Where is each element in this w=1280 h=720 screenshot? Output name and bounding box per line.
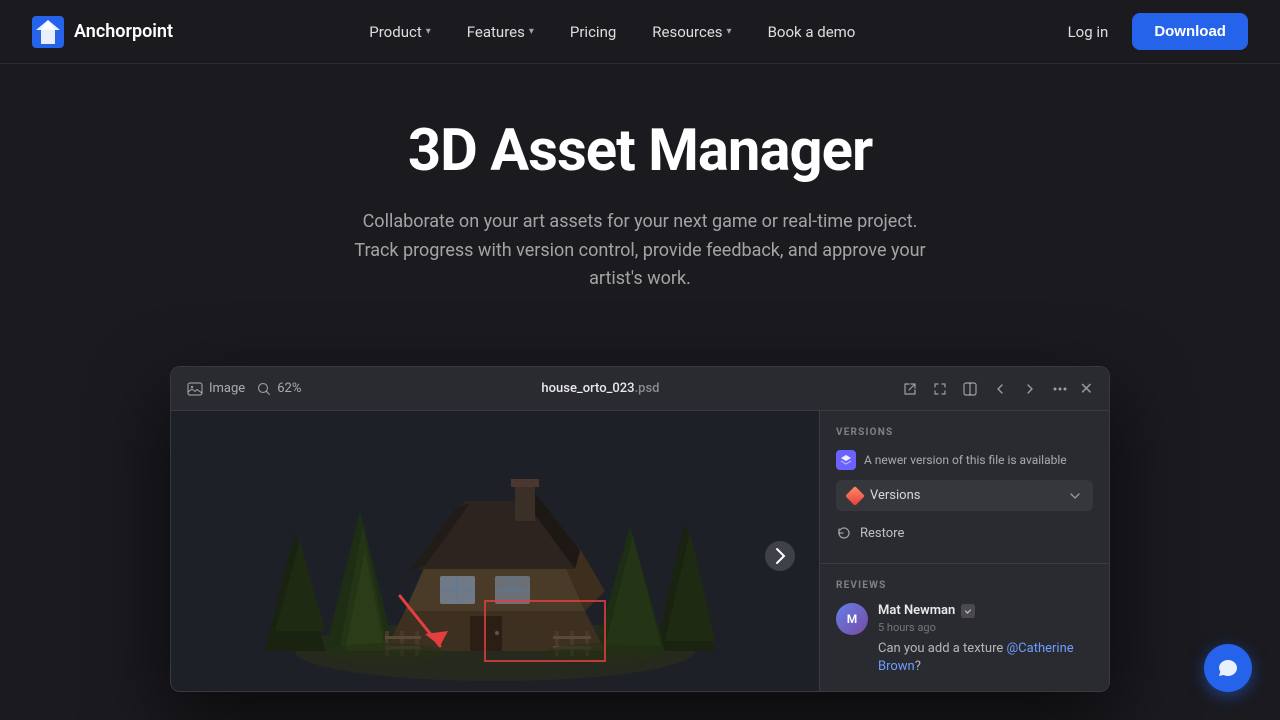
nav-product[interactable]: Product ▾ <box>355 15 444 49</box>
reviews-section: REVIEWS M Mat Newman <box>820 564 1109 691</box>
side-panel: VERSIONS A newer version of this file is… <box>819 411 1109 691</box>
login-link[interactable]: Log in <box>1052 15 1125 49</box>
fullscreen-button[interactable] <box>930 379 950 399</box>
logo[interactable]: Anchorpoint <box>32 16 173 48</box>
image-panel <box>171 411 819 691</box>
app-window-wrapper: Image 62% house_orto_023.psd <box>0 366 1280 692</box>
external-link-icon <box>903 382 917 396</box>
versions-dropdown-label: Versions <box>870 488 920 503</box>
restore-icon <box>836 525 852 541</box>
zoom-label: 62% <box>277 381 301 396</box>
split-view-icon <box>963 382 977 396</box>
split-view-button[interactable] <box>960 379 980 399</box>
toolbar-filename: house_orto_023.psd <box>541 381 659 396</box>
image-icon <box>187 381 203 397</box>
nav-links: Product ▾ Features ▾ Pricing Resources ▾… <box>355 15 869 49</box>
fullscreen-icon <box>933 382 947 396</box>
mention: @Catherine Brown <box>878 641 1074 674</box>
zoom-icon <box>257 382 271 396</box>
versions-label: VERSIONS <box>836 427 1093 438</box>
check-icon <box>964 607 972 615</box>
layers-icon <box>840 454 852 466</box>
nav-pricing[interactable]: Pricing <box>556 15 630 49</box>
next-button[interactable] <box>1020 379 1040 399</box>
reviews-label: REVIEWS <box>836 580 1093 591</box>
prev-button[interactable] <box>990 379 1010 399</box>
version-notice-text: A newer version of this file is availabl… <box>864 453 1067 467</box>
hero-section: 3D Asset Manager Collaborate on your art… <box>0 64 1280 334</box>
chevron-right-icon <box>1024 383 1036 395</box>
versions-section: VERSIONS A newer version of this file is… <box>820 411 1109 564</box>
image-type-group: Image <box>187 381 245 397</box>
restore-button[interactable]: Restore <box>836 519 1093 547</box>
nav-resources[interactable]: Resources ▾ <box>638 15 745 49</box>
toolbar-left: Image 62% <box>187 381 301 397</box>
chat-icon <box>1217 657 1239 679</box>
nav-book-demo[interactable]: Book a demo <box>754 15 870 49</box>
chevron-down-icon: ▾ <box>727 26 732 37</box>
reviewer-badge <box>961 604 975 618</box>
close-button[interactable]: ✕ <box>1080 379 1093 398</box>
versions-dropdown[interactable]: Versions <box>836 480 1093 511</box>
version-diamond-icon <box>845 486 865 506</box>
chevron-left-icon <box>994 383 1006 395</box>
version-notice-icon <box>836 450 856 470</box>
image-type-label: Image <box>209 381 245 396</box>
navbar: Anchorpoint Product ▾ Features ▾ Pricing… <box>0 0 1280 64</box>
download-button[interactable]: Download <box>1132 13 1248 50</box>
chevron-down-icon <box>1069 490 1081 502</box>
window-body: VERSIONS A newer version of this file is… <box>171 411 1109 691</box>
hero-subtitle: Collaborate on your art assets for your … <box>340 208 940 294</box>
toolbar-right: ✕ <box>900 379 1093 399</box>
hero-title: 3D Asset Manager <box>408 120 872 184</box>
reviewer-name: Mat Newman <box>878 603 955 618</box>
window-toolbar: Image 62% house_orto_023.psd <box>171 367 1109 411</box>
chevron-down-icon: ▾ <box>529 26 534 37</box>
chat-bubble[interactable] <box>1204 644 1252 692</box>
nav-features[interactable]: Features ▾ <box>453 15 548 49</box>
logo-icon <box>32 16 64 48</box>
more-button[interactable] <box>1050 379 1070 399</box>
nav-actions: Log in Download <box>1052 13 1248 50</box>
chevron-down-icon: ▾ <box>426 26 431 37</box>
zoom-group: 62% <box>257 381 301 396</box>
review-time: 5 hours ago <box>878 621 1093 634</box>
review-item: M Mat Newman 5 hours ago <box>836 603 1093 676</box>
restore-label: Restore <box>860 526 904 541</box>
more-icon <box>1053 387 1067 391</box>
app-window: Image 62% house_orto_023.psd <box>170 366 1110 692</box>
house-scene-svg <box>171 411 819 691</box>
review-content: Mat Newman 5 hours ago Can you add a tex… <box>878 603 1093 676</box>
review-text: Can you add a texture @Catherine Brown? <box>878 640 1093 676</box>
reviewer-avatar: M <box>836 603 868 635</box>
nav-arrow-right <box>765 541 795 571</box>
version-notice: A newer version of this file is availabl… <box>836 450 1093 470</box>
review-header: Mat Newman <box>878 603 1093 618</box>
external-link-button[interactable] <box>900 379 920 399</box>
logo-text: Anchorpoint <box>74 21 173 42</box>
